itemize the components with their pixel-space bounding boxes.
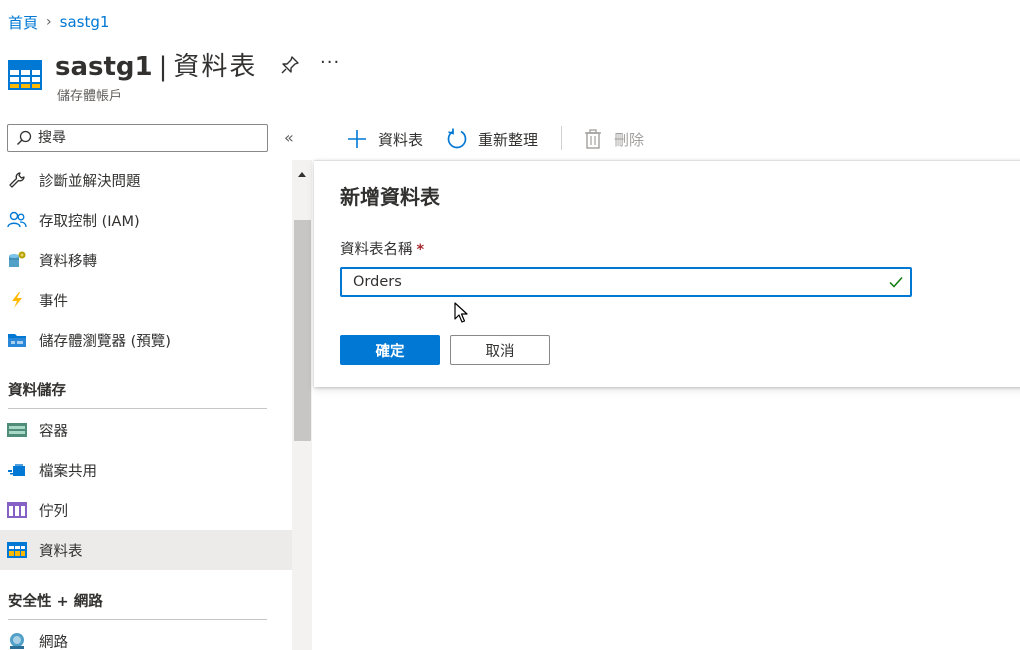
lightning-icon xyxy=(7,290,27,310)
queue-icon xyxy=(7,500,27,520)
more-options-icon[interactable]: ··· xyxy=(320,52,340,73)
table-name-label-text: 資料表名稱 xyxy=(340,242,413,258)
sidebar-item-iam[interactable]: 存取控制 (IAM) xyxy=(0,200,292,240)
refresh-icon xyxy=(446,128,468,150)
breadcrumb-resource-link[interactable]: sastg1 xyxy=(60,13,110,31)
table-icon xyxy=(7,540,27,560)
table-name-input[interactable] xyxy=(351,273,875,291)
file-share-icon xyxy=(7,460,27,480)
storage-explorer-icon xyxy=(7,330,27,350)
sidebar-divider xyxy=(8,619,267,620)
cancel-button[interactable]: 取消 xyxy=(450,335,550,365)
wrench-icon xyxy=(7,170,27,190)
page-title-text: 資料表 xyxy=(173,52,258,82)
container-icon xyxy=(7,420,27,440)
sidebar-item-label: 診斷並解決問題 xyxy=(39,173,141,190)
scrollbar-thumb[interactable] xyxy=(294,220,311,441)
sidebar-item-label: 存取控制 (IAM) xyxy=(39,213,140,230)
search-icon xyxy=(16,130,32,146)
sidebar-group-data-storage: 資料儲存 xyxy=(8,383,66,399)
sidebar-item-label: 資料移轉 xyxy=(39,253,97,270)
sidebar-item-label: 事件 xyxy=(39,293,68,310)
title-separator: | xyxy=(158,52,168,82)
resource-type-subtitle: 儲存體帳戶 xyxy=(57,89,123,104)
scroll-up-arrow-icon[interactable] xyxy=(292,164,312,184)
sidebar-item-label: 資料表 xyxy=(39,543,83,560)
page-title: sastg1 | 資料表 xyxy=(55,46,257,83)
sidebar-item-label: 佇列 xyxy=(39,503,68,520)
data-migration-icon xyxy=(7,250,27,270)
network-icon xyxy=(7,631,27,650)
sidebar-item-file-shares[interactable]: 檔案共用 xyxy=(0,450,292,490)
sidebar-item-tables[interactable]: 資料表 xyxy=(0,530,292,570)
trash-icon xyxy=(582,128,604,150)
people-icon xyxy=(7,210,27,230)
search-input[interactable] xyxy=(36,129,260,147)
mouse-cursor-icon xyxy=(454,302,470,324)
table-name-field[interactable] xyxy=(340,267,912,297)
refresh-button[interactable]: 重新整理 xyxy=(446,124,538,154)
sidebar-item-label: 儲存體瀏覽器 (預覽) xyxy=(39,333,171,350)
sidebar-item-networking[interactable]: 網路 xyxy=(0,621,292,650)
checkmark-icon xyxy=(888,274,904,290)
add-table-button[interactable]: 資料表 xyxy=(346,124,423,154)
delete-button[interactable]: 刪除 xyxy=(582,124,644,154)
table-icon xyxy=(8,60,42,90)
sidebar-item-storage-explorer[interactable]: 儲存體瀏覽器 (預覽) xyxy=(0,320,292,360)
sidebar-nav: 診斷並解決問題 存取控制 (IAM) 資料移轉 事件 儲存體瀏覽器 (預覽) 資… xyxy=(0,160,292,650)
plus-icon xyxy=(346,128,368,150)
sidebar-search[interactable] xyxy=(7,124,268,152)
refresh-label: 重新整理 xyxy=(478,130,539,149)
delete-label: 刪除 xyxy=(614,130,645,149)
dialog-title: 新增資料表 xyxy=(340,185,440,209)
add-table-label: 資料表 xyxy=(378,130,424,149)
pin-icon[interactable] xyxy=(279,54,301,76)
sidebar-item-data-migration[interactable]: 資料移轉 xyxy=(0,240,292,280)
toolbar-divider xyxy=(561,126,562,150)
breadcrumb-home-link[interactable]: 首頁 xyxy=(8,12,38,33)
breadcrumb-separator: › xyxy=(46,14,52,30)
sidebar-divider xyxy=(8,408,267,409)
ok-button[interactable]: 確定 xyxy=(340,335,440,365)
sidebar-item-containers[interactable]: 容器 xyxy=(0,410,292,450)
breadcrumb: 首頁 › sastg1 xyxy=(8,10,109,34)
sidebar-item-events[interactable]: 事件 xyxy=(0,280,292,320)
sidebar-item-label: 容器 xyxy=(39,423,68,440)
sidebar-item-queues[interactable]: 佇列 xyxy=(0,490,292,530)
resource-name: sastg1 xyxy=(55,52,153,82)
table-name-label: 資料表名稱 * xyxy=(340,238,424,259)
required-asterisk: * xyxy=(416,242,425,258)
sidebar-item-diagnose[interactable]: 診斷並解決問題 xyxy=(0,160,292,200)
sidebar-item-label: 檔案共用 xyxy=(39,463,97,480)
collapse-sidebar-button[interactable]: « xyxy=(284,128,294,147)
sidebar-item-label: 網路 xyxy=(39,634,68,650)
sidebar-group-security-networking: 安全性 + 網路 xyxy=(8,594,103,610)
